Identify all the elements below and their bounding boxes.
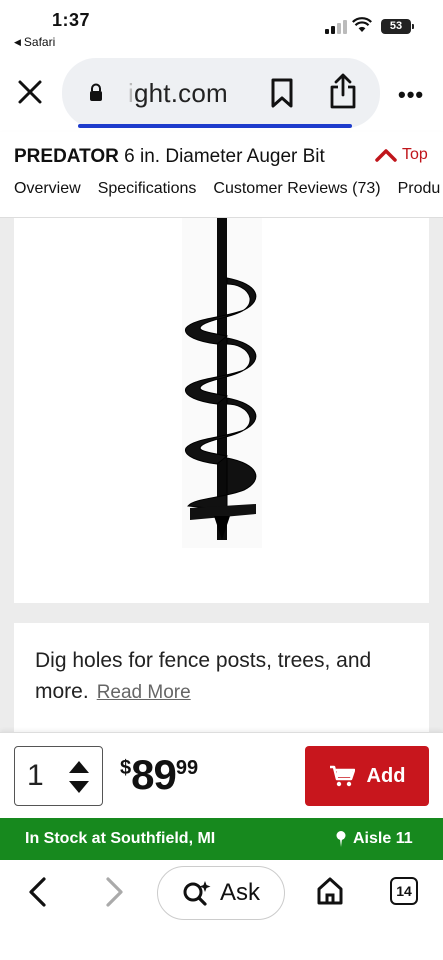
purchase-bar: 1 $ 89 99 Add [0, 732, 443, 818]
cart-icon [329, 765, 355, 787]
price-cents: 99 [175, 757, 199, 779]
ask-label: Ask [219, 879, 260, 906]
product-header: PREDATOR 6 in. Diameter Auger Bit Top Ov… [0, 132, 443, 218]
bookmark-icon[interactable] [268, 77, 296, 109]
browser-toolbar: Ask 14 [0, 860, 443, 960]
section-tabs: Overview Specifications Customer Reviews… [14, 180, 440, 198]
ask-button[interactable]: Ask [157, 866, 285, 920]
back-to-app-link[interactable]: ◀ Safari [14, 35, 55, 49]
back-to-top-link[interactable]: Top [375, 146, 428, 164]
tab-specifications[interactable]: Specifications [98, 180, 197, 198]
ai-search-icon [183, 881, 211, 906]
stock-bar: In Stock at Southfield, MI Aisle 11 [0, 818, 443, 860]
product-image-card [14, 218, 429, 603]
quantity-value: 1 [27, 759, 44, 792]
share-icon[interactable] [328, 73, 358, 109]
back-triangle-icon: ◀ [14, 36, 21, 47]
top-label: Top [402, 146, 428, 163]
back-app-label: Safari [23, 35, 56, 49]
quantity-stepper[interactable]: 1 [14, 746, 103, 806]
forward-arrow-icon[interactable] [102, 876, 126, 908]
tab-product-partial[interactable]: Produ [398, 180, 441, 198]
close-icon[interactable] [16, 78, 44, 106]
price-currency: $ [120, 757, 132, 779]
read-more-link[interactable]: Read More [97, 682, 191, 703]
product-name: 6 in. Diameter Auger Bit [124, 146, 325, 167]
chevron-up-icon [375, 149, 397, 162]
status-time: 1:37 [52, 10, 91, 30]
wifi-icon [352, 17, 372, 32]
battery-icon: 53 [381, 19, 411, 34]
quantity-arrows-icon[interactable] [67, 757, 91, 797]
url-domain: ght.com [133, 78, 228, 108]
add-to-cart-button[interactable]: Add [305, 746, 429, 806]
page-load-progress [78, 124, 352, 128]
home-icon[interactable] [316, 876, 344, 906]
tab-customer-reviews[interactable]: Customer Reviews (73) [213, 180, 380, 198]
tabs-count-button[interactable]: 14 [390, 877, 418, 905]
url-text[interactable]: ight.com [128, 78, 228, 109]
back-arrow-icon[interactable] [26, 876, 50, 908]
stock-status[interactable]: In Stock at Southfield, MI [25, 830, 215, 848]
aisle-info[interactable]: Aisle 11 [335, 830, 413, 848]
aisle-label: Aisle 11 [353, 830, 413, 847]
browser-bar: ight.com ••• [0, 56, 443, 132]
description-text: Dig holes for fence posts, trees, and mo… [35, 645, 415, 708]
product-title: PREDATOR 6 in. Diameter Auger Bit [14, 146, 325, 168]
product-content: Dig holes for fence posts, trees, and mo… [0, 218, 443, 732]
product-brand: PREDATOR [14, 146, 119, 167]
status-bar: 1:37 ◀ Safari 53 [0, 0, 443, 56]
battery-cap [412, 24, 414, 29]
lock-icon [90, 83, 102, 101]
more-icon[interactable]: ••• [398, 82, 424, 108]
description-body: Dig holes for fence posts, trees, and mo… [35, 649, 372, 703]
location-pin-icon [336, 831, 346, 847]
add-button-label: Add [366, 764, 406, 787]
price: $ 89 99 [120, 753, 198, 797]
price-dollars: 89 [131, 751, 177, 798]
cellular-signal-icon [325, 20, 347, 34]
description-card: Dig holes for fence posts, trees, and mo… [14, 623, 429, 732]
tab-overview[interactable]: Overview [14, 180, 81, 198]
auger-bit-image[interactable] [14, 218, 429, 603]
